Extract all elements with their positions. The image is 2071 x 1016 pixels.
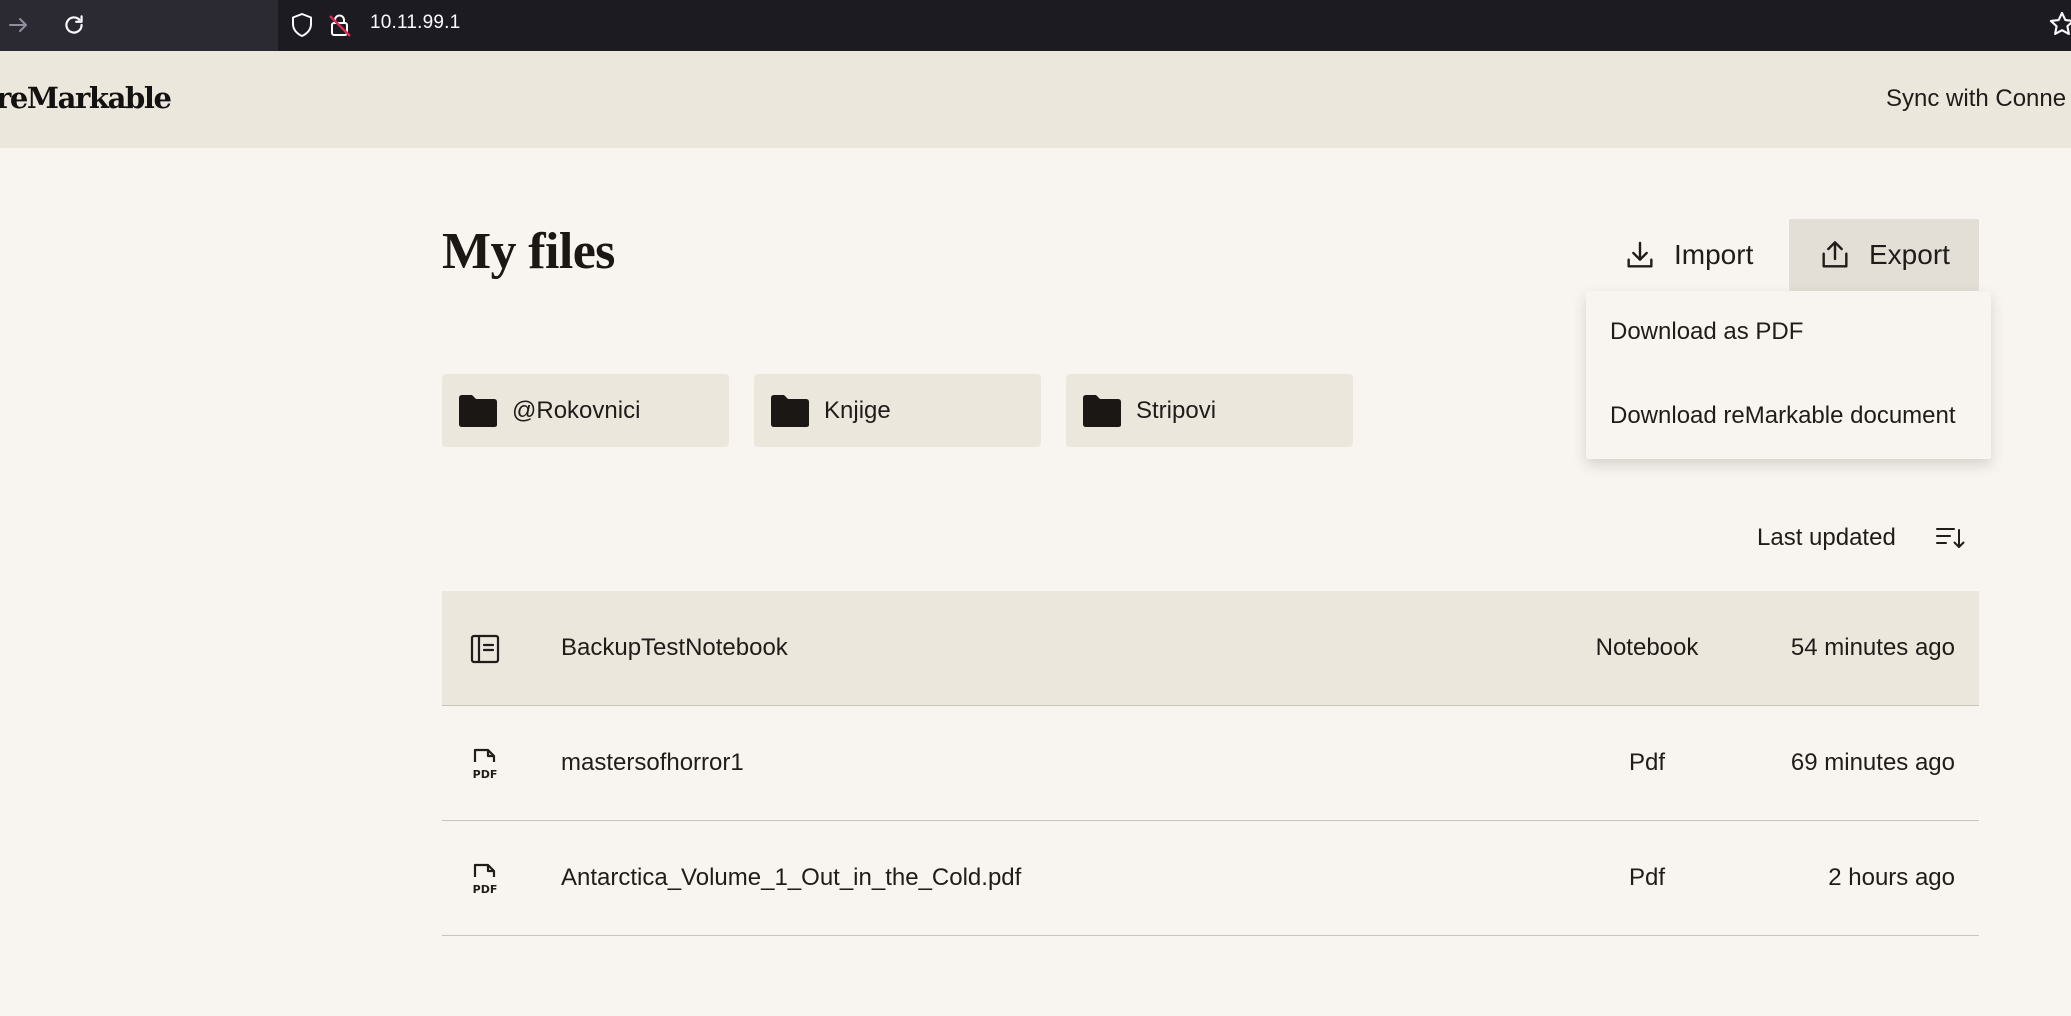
file-row-mastersofhorror1[interactable]: PDF mastersofhorror1 Pdf 69 minutes ago — [442, 706, 1979, 821]
folder-stripovi[interactable]: Stripovi — [1066, 374, 1353, 447]
folder-icon — [459, 394, 497, 427]
shield-icon[interactable] — [288, 11, 316, 39]
file-updated-time: 54 minutes ago — [1790, 634, 1955, 661]
url-text[interactable]: 10.11.99.1 — [370, 12, 460, 34]
bookmark-star-icon[interactable] — [2048, 9, 2071, 39]
reload-icon[interactable] — [57, 8, 91, 42]
url-bar[interactable] — [278, 0, 2071, 51]
insecure-lock-icon[interactable] — [326, 11, 354, 39]
svg-text:PDF: PDF — [473, 883, 498, 896]
forward-arrow-icon[interactable] — [2, 8, 36, 42]
pdf-icon: PDF — [473, 748, 498, 781]
file-row-backuptestnotebook[interactable]: BackupTestNotebook Notebook 54 minutes a… — [442, 591, 1979, 706]
import-label: Import — [1674, 239, 1754, 270]
notebook-icon — [470, 634, 500, 664]
import-button[interactable]: Import — [1618, 219, 1784, 291]
file-type: Pdf — [1628, 749, 1666, 776]
export-icon — [1822, 241, 1848, 268]
remarkable-logo[interactable]: reMarkable — [0, 81, 172, 115]
export-button[interactable]: Export — [1789, 219, 1979, 291]
download-remarkable-document-menu-item[interactable]: Download reMarkable document — [1610, 402, 1956, 430]
page-title: My files — [442, 223, 615, 280]
browser-nav-area — [0, 0, 278, 51]
folder-label: @Rokovnici — [512, 396, 641, 424]
folder-rokovnici[interactable]: @Rokovnici — [442, 374, 729, 447]
sync-with-connect-link[interactable]: Sync with Conne — [1886, 85, 2066, 113]
folder-knjige[interactable]: Knjige — [754, 374, 1041, 447]
download-pdf-menu-item[interactable]: Download as PDF — [1610, 318, 1803, 346]
import-icon — [1627, 241, 1653, 268]
file-name: mastersofhorror1 — [561, 749, 744, 776]
browser-toolbar: 10.11.99.1 — [0, 0, 2071, 51]
file-name: BackupTestNotebook — [561, 634, 788, 661]
export-dropdown-menu: Download as PDF Download reMarkable docu… — [1586, 291, 1991, 459]
folder-icon — [1083, 394, 1121, 427]
file-updated-time: 69 minutes ago — [1790, 749, 1955, 776]
pdf-icon: PDF — [473, 863, 498, 896]
sort-order-icon[interactable] — [1934, 522, 1966, 554]
app-header: reMarkable Sync with Conne — [0, 51, 2071, 148]
file-row-antarctica[interactable]: PDF Antarctica_Volume_1_Out_in_the_Cold.… — [442, 821, 1979, 936]
file-type: Pdf — [1628, 864, 1666, 891]
sort-dropdown[interactable]: Last updated — [1757, 524, 1896, 552]
folder-label: Stripovi — [1136, 396, 1217, 424]
file-updated-time: 2 hours ago — [1828, 864, 1955, 891]
file-type: Notebook — [1595, 634, 1699, 661]
export-label: Export — [1869, 239, 1950, 270]
file-name: Antarctica_Volume_1_Out_in_the_Cold.pdf — [561, 864, 1022, 891]
svg-text:PDF: PDF — [473, 768, 498, 781]
folder-icon — [771, 394, 809, 427]
folder-label: Knjige — [824, 396, 891, 424]
